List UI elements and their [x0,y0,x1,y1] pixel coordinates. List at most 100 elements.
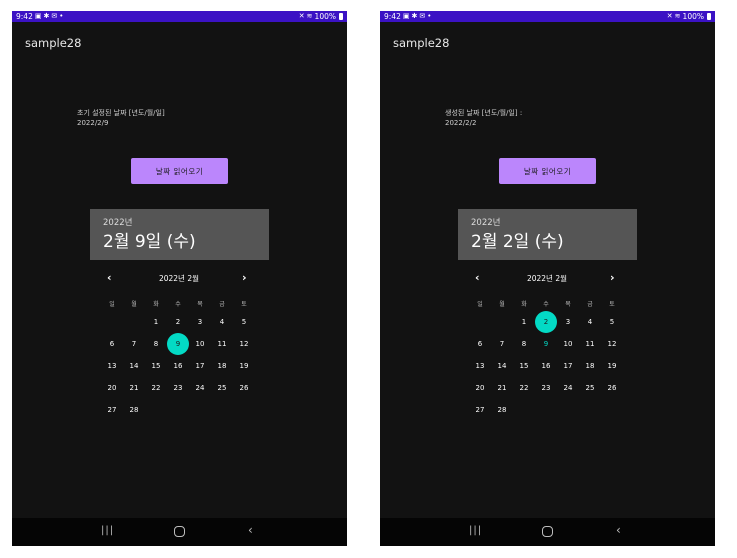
calendar-day[interactable]: 20 [101,382,123,394]
calendar-day-selected[interactable]: 2 [535,311,557,333]
calendar-day[interactable]: 22 [513,382,535,394]
read-date-button[interactable]: 날짜 읽어오기 [131,158,228,184]
status-bar: 9:42 ▣ ✱ ✉ • ✕ ≋ 100% [12,11,347,22]
calendar-day-label: 21 [129,384,139,392]
calendar-day[interactable]: 1 [145,316,167,328]
calendar-day-label: 10 [195,340,205,348]
calendar-day[interactable]: 13 [101,360,123,372]
calendar-day[interactable]: 12 [233,338,255,350]
calendar-day-label: 17 [195,362,205,370]
calendar-day[interactable]: 10 [557,338,579,350]
read-date-button[interactable]: 날짜 읽어오기 [499,158,596,184]
calendar-day[interactable]: 15 [145,360,167,372]
back-icon[interactable]: ‹ [248,523,253,537]
calendar-day[interactable]: 18 [211,360,233,372]
chevron-right-icon[interactable]: › [610,271,615,284]
app-title: sample28 [25,36,82,50]
recent-apps-icon[interactable]: ||| [469,525,482,536]
chevron-left-icon[interactable]: ‹ [475,271,480,284]
calendar-day-label: 3 [197,318,203,326]
chevron-left-icon[interactable]: ‹ [107,271,112,284]
calendar-day-label: 15 [519,362,529,370]
calendar-day[interactable]: 21 [123,382,145,394]
calendar-day[interactable]: 27 [101,404,123,416]
calendar-day-today[interactable]: 9 [535,338,557,350]
calendar-day[interactable]: 3 [557,316,579,328]
calendar-day-label: 19 [607,362,617,370]
chevron-right-icon[interactable]: › [242,271,247,284]
mute-icon: ✕ [298,12,305,20]
calendar-day[interactable]: 2 [167,316,189,328]
calendar-day[interactable]: 23 [535,382,557,394]
calendar-day[interactable]: 7 [491,338,513,350]
calendar-day[interactable]: 11 [579,338,601,350]
mail-icon: ✉ [51,12,58,20]
date-info-label: 초기 설정된 날짜 [년도/월/일] [77,109,165,117]
calendar-day[interactable]: 17 [189,360,211,372]
notification-dot-icon: • [59,12,64,20]
calendar-day-grid: 1 2 3 4 5 6 7 8 9 10 11 12 13 14 15 16 17 18 19 20 21 22 23 24 2… [101,316,256,426]
calendar-day[interactable]: 16 [167,360,189,372]
calendar-day[interactable]: 28 [123,404,145,416]
calendar-weekday-label: 토 [609,301,615,308]
calendar-day-label: 16 [173,362,183,370]
calendar-day[interactable]: 24 [189,382,211,394]
calendar-day[interactable]: 12 [601,338,623,350]
calendar-day[interactable]: 17 [557,360,579,372]
recent-apps-icon[interactable]: ||| [101,525,114,536]
calendar-day[interactable]: 4 [579,316,601,328]
calendar-day[interactable]: 8 [145,338,167,350]
calendar-day[interactable]: 25 [211,382,233,394]
home-icon[interactable] [174,526,185,537]
calendar-day[interactable]: 13 [469,360,491,372]
calendar-day-selected[interactable]: 9 [167,333,189,355]
battery-icon [707,13,711,20]
calendar-day-label: 16 [541,362,551,370]
phone-screen-right: 9:42 ▣ ✱ ✉ • ✕ ≋ 100% sample28 생성된 날짜 [년… [380,11,715,546]
calendar-day[interactable]: 22 [145,382,167,394]
calendar-weekday-row: 일월화수목금토 [101,299,256,309]
calendar-day-label: 26 [239,384,249,392]
calendar-day[interactable]: 1 [513,316,535,328]
phone-screen-left: 9:42 ▣ ✱ ✉ • ✕ ≋ 100% sample28 초기 설정된 날짜… [12,11,347,546]
calendar-day[interactable]: 21 [491,382,513,394]
calendar-day-label: 14 [497,362,507,370]
date-info-value: 2022/2/2 [445,119,477,127]
calendar-day[interactable]: 15 [513,360,535,372]
calendar-day[interactable]: 24 [557,382,579,394]
calendar-day[interactable]: 8 [513,338,535,350]
calendar-day-label: 7 [499,340,505,348]
calendar-day[interactable]: 11 [211,338,233,350]
calendar-day[interactable]: 20 [469,382,491,394]
calendar-weekday-label: 화 [153,301,159,308]
calendar-day[interactable]: 7 [123,338,145,350]
calendar-day-label: 27 [475,406,485,414]
calendar-day-grid: 1 2 3 4 5 6 7 8 9 10 11 12 13 14 15 16 17 18 19 20 21 22 23 24 2… [469,311,624,426]
home-icon[interactable] [542,526,553,537]
calendar-day[interactable]: 5 [233,316,255,328]
calendar-day[interactable]: 23 [167,382,189,394]
calendar-day[interactable]: 4 [211,316,233,328]
calendar-day-label: 5 [609,318,615,326]
calendar-day[interactable]: 6 [469,338,491,350]
calendar-day[interactable]: 19 [601,360,623,372]
calendar-day[interactable]: 3 [189,316,211,328]
calendar-day[interactable]: 26 [233,382,255,394]
calendar-day[interactable]: 18 [579,360,601,372]
calendar-day[interactable]: 16 [535,360,557,372]
calendar-day[interactable]: 10 [189,338,211,350]
calendar-day[interactable]: 28 [491,404,513,416]
calendar-day[interactable]: 14 [491,360,513,372]
date-picker-header: 2022년 2월 9일 (수) [90,209,269,260]
calendar-day-label: 28 [497,406,507,414]
calendar-day[interactable]: 27 [469,404,491,416]
calendar-day[interactable]: 19 [233,360,255,372]
calendar-day[interactable]: 25 [579,382,601,394]
back-icon[interactable]: ‹ [616,523,621,537]
calendar-day[interactable]: 6 [101,338,123,350]
calendar-day-label: 6 [477,340,483,348]
calendar-day[interactable]: 14 [123,360,145,372]
calendar-day[interactable]: 26 [601,382,623,394]
calendar-day[interactable]: 5 [601,316,623,328]
calendar-weekday-row: 일월화수목금토 [469,299,624,309]
